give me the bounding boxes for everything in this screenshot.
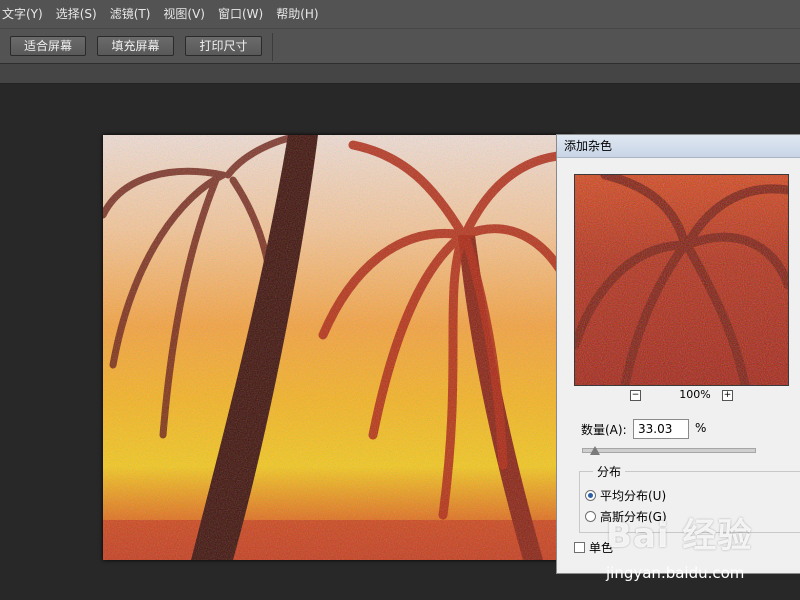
baidu-jingyan-watermark: Bai 经验 jingyan.baidu.com [606, 508, 800, 592]
preview-image [575, 175, 788, 385]
menu-filter[interactable]: 滤镜(T) [108, 0, 162, 28]
monochrome-checkbox[interactable] [574, 542, 585, 553]
uniform-label: 平均分布(U) [600, 489, 667, 503]
menu-bar: 文字(Y) 选择(S) 滤镜(T) 视图(V) 窗口(W) 帮助(H) [0, 0, 800, 28]
menu-view[interactable]: 视图(V) [161, 0, 216, 28]
palm-tree-photo [103, 135, 573, 560]
zoom-out-button[interactable]: − [630, 390, 641, 401]
toolbar-divider [272, 33, 273, 61]
uniform-option[interactable]: 平均分布(U) [585, 487, 666, 504]
amount-slider-thumb[interactable] [590, 446, 600, 455]
document-tab-bar [0, 64, 800, 84]
dialog-title[interactable]: 添加杂色 [557, 135, 800, 158]
menu-select[interactable]: 选择(S) [54, 0, 108, 28]
document-image[interactable] [103, 135, 573, 560]
menu-window[interactable]: 窗口(W) [216, 0, 274, 28]
menu-help[interactable]: 帮助(H) [274, 0, 329, 28]
fit-screen-button[interactable]: 适合屏幕 [10, 36, 86, 56]
uniform-radio[interactable] [585, 490, 596, 501]
zoom-controls: − 100% + [557, 388, 800, 406]
watermark-logo: Bai 经验 [606, 516, 753, 556]
zoom-in-button[interactable]: + [722, 390, 733, 401]
fill-screen-button[interactable]: 填充屏幕 [97, 36, 174, 56]
options-toolbar: 适合屏幕 填充屏幕 打印尺寸 [0, 28, 800, 64]
print-size-button[interactable]: 打印尺寸 [185, 36, 262, 56]
zoom-level: 100% [679, 388, 711, 401]
menu-text[interactable]: 文字(Y) [0, 0, 54, 28]
amount-label: 数量(A): [581, 423, 627, 437]
gaussian-radio[interactable] [585, 511, 596, 522]
amount-slider[interactable] [582, 448, 756, 453]
filter-preview[interactable] [574, 174, 789, 386]
amount-unit: % [695, 421, 707, 435]
watermark-url: jingyan.baidu.com [606, 564, 745, 582]
distribution-title: 分布 [593, 463, 626, 480]
amount-input[interactable] [633, 419, 689, 439]
